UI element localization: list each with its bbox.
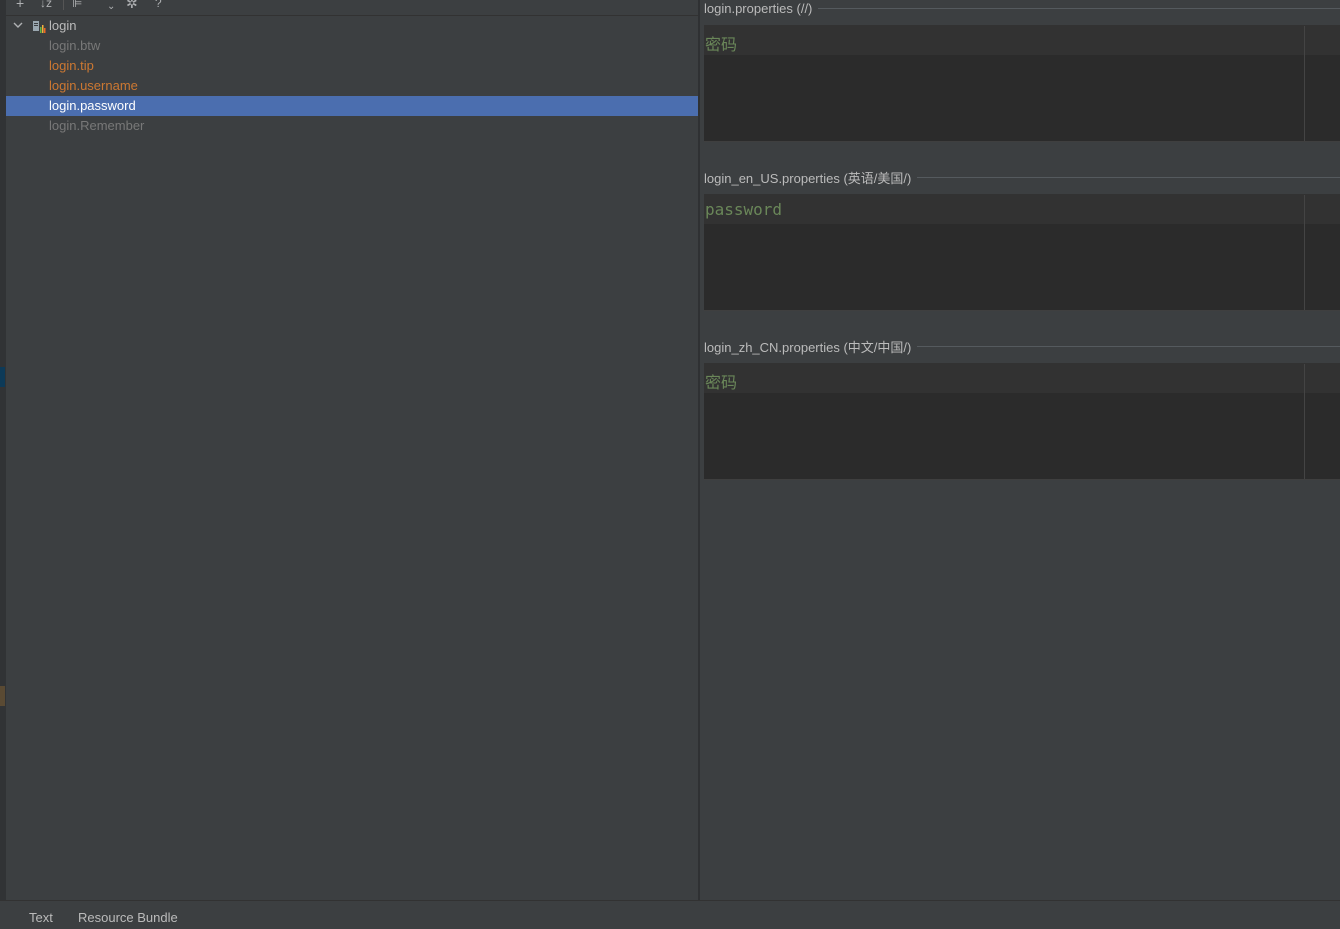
tree-item-label: login.Remember [49, 118, 145, 133]
help-icon[interactable]: ? [155, 0, 162, 10]
tab-resource-bundle[interactable]: Resource Bundle [78, 910, 178, 925]
group-by-prefix-icon[interactable]: ⊫ [72, 0, 82, 10]
error-stripe-marker [0, 367, 5, 387]
keys-toolbar: + ↓z ⊫ ⌄ ✲ ? [6, 0, 698, 16]
keys-pane: + ↓z ⊫ ⌄ ✲ ? login login.btw login.tip l… [6, 0, 698, 900]
value-text[interactable]: 密码 [705, 31, 737, 55]
caret-line-highlight [704, 195, 1340, 224]
editor-tab-bar: Text Resource Bundle [0, 900, 1340, 929]
tree-root-login[interactable]: login [6, 16, 698, 36]
section-header: login_en_US.properties (英语/美国/) [704, 169, 1340, 186]
settings-icon[interactable]: ✲ [126, 0, 138, 10]
tree-item-label: login.username [49, 78, 138, 93]
caret-line-highlight [704, 364, 1340, 393]
add-icon[interactable]: + [16, 0, 24, 10]
right-margin-guide [1304, 195, 1305, 310]
right-margin-guide [1304, 364, 1305, 479]
tree-item-label: login.password [49, 98, 136, 113]
tree-item-label: login.tip [49, 58, 94, 73]
section-header: login.properties (//) [704, 0, 1340, 16]
section-divider [818, 7, 1340, 9]
section-title: login_zh_CN.properties (中文/中国/) [704, 339, 912, 355]
properties-section-default: login.properties (//) 密码 [704, 0, 1340, 142]
warning-stripe-marker [0, 686, 5, 706]
tree-root-label: login [49, 18, 77, 33]
tab-text[interactable]: Text [29, 910, 53, 925]
tree-item-login-password[interactable]: login.password [6, 96, 698, 116]
tree-item-login-tip[interactable]: login.tip [6, 56, 698, 76]
tree-item-login-username[interactable]: login.username [6, 76, 698, 96]
tree-item-label: login.btw [49, 38, 101, 53]
value-editor[interactable]: password [704, 194, 1340, 311]
section-title: login_en_US.properties (英语/美国/) [704, 170, 912, 186]
value-text[interactable]: password [705, 200, 782, 219]
sort-alpha-icon[interactable]: ↓z [40, 0, 52, 10]
tree-item-login-btw[interactable]: login.btw [6, 36, 698, 56]
tree-item-login-remember[interactable]: login.Remember [6, 116, 698, 136]
section-divider [917, 176, 1340, 178]
keys-tree: login login.btw login.tip login.username… [6, 16, 698, 136]
right-margin-guide [1304, 26, 1305, 141]
properties-section-en-us: login_en_US.properties (英语/美国/) password [704, 169, 1340, 311]
section-divider [917, 345, 1340, 347]
chevron-down-icon[interactable] [13, 16, 23, 36]
toolbar-separator [63, 0, 64, 10]
values-pane: login.properties (//) 密码 login_en_US.pro… [700, 0, 1340, 900]
value-text[interactable]: 密码 [705, 369, 737, 393]
resource-bundle-icon [32, 19, 46, 33]
section-title: login.properties (//) [704, 0, 813, 16]
properties-section-zh-cn: login_zh_CN.properties (中文/中国/) 密码 [704, 338, 1340, 480]
caret-line-highlight [704, 26, 1340, 55]
value-editor[interactable]: 密码 [704, 363, 1340, 480]
expand-dropdown-icon[interactable]: ⌄ [107, 0, 115, 14]
value-editor[interactable]: 密码 [704, 25, 1340, 142]
section-header: login_zh_CN.properties (中文/中国/) [704, 338, 1340, 355]
